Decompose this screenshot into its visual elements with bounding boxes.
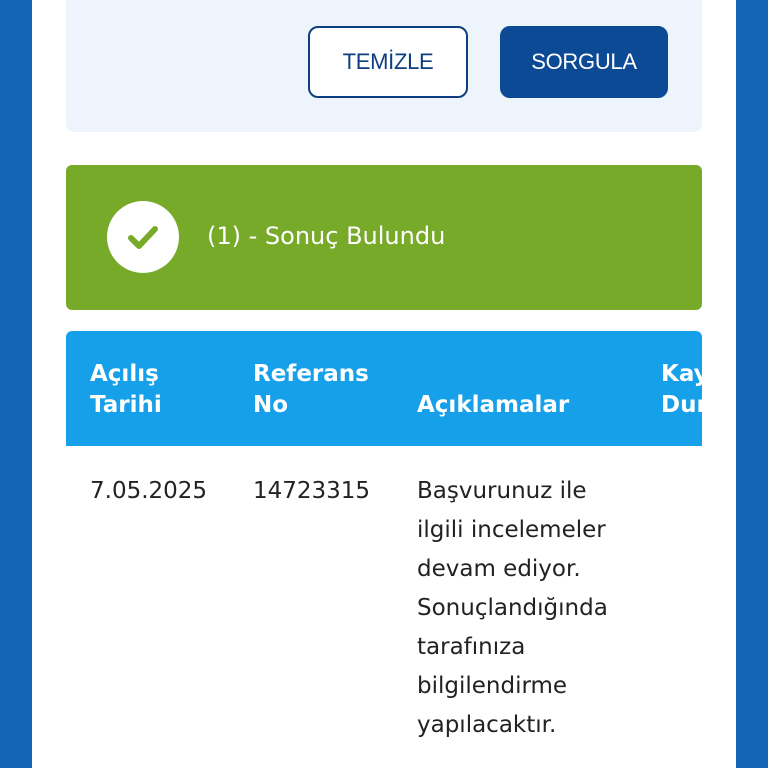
check-icon [107, 201, 179, 273]
header-descriptions: Açıklamalar [417, 390, 569, 421]
header-text: Referans [253, 361, 369, 387]
header-text: Tarihi [90, 392, 162, 418]
result-banner: (1) - Sonuç Bulundu [66, 165, 702, 310]
page-container: TEMİZLE SORGULA (1) - Sonuç Bulundu Açıl… [32, 0, 736, 768]
header-text: Açılış [90, 361, 159, 387]
check-mark [128, 226, 158, 249]
cell-description: Başvurunuz ile ilgili incelemeler devam … [417, 472, 608, 745]
header-text: Dur [661, 392, 702, 418]
query-button[interactable]: SORGULA [500, 26, 668, 98]
result-count-text: (1) - Sonuç Bulundu [207, 222, 446, 250]
header-opening-date: Açılış Tarihi [90, 359, 162, 421]
description-line: Başvurunuz ile [417, 478, 587, 504]
clear-button[interactable]: TEMİZLE [308, 26, 468, 98]
table-header: Açılış Tarihi Referans No Açıklamalar Ka… [66, 331, 702, 446]
cell-reference-no: 14723315 [253, 478, 371, 504]
description-line: ilgili incelemeler [417, 517, 606, 543]
description-line: bilgilendirme [417, 673, 568, 699]
table-body: 7.05.2025 14723315 Başvurunuz ile ilgili… [66, 446, 702, 768]
header-record-status: Kay Dur [661, 359, 702, 421]
header-text: No [253, 392, 289, 418]
header-text: Kay [661, 361, 702, 387]
cell-opening-date: 7.05.2025 [90, 478, 208, 504]
description-line: tarafınıza [417, 634, 526, 660]
description-line: yapılacaktır. [417, 712, 557, 738]
description-line: devam ediyor. [417, 556, 581, 582]
header-text: Açıklamalar [417, 392, 570, 418]
description-line: Sonuçlandığında [417, 595, 608, 621]
results-table[interactable]: Açılış Tarihi Referans No Açıklamalar Ka… [66, 331, 702, 768]
header-reference-no: Referans No [253, 359, 369, 421]
query-form-panel: TEMİZLE SORGULA [66, 0, 702, 132]
